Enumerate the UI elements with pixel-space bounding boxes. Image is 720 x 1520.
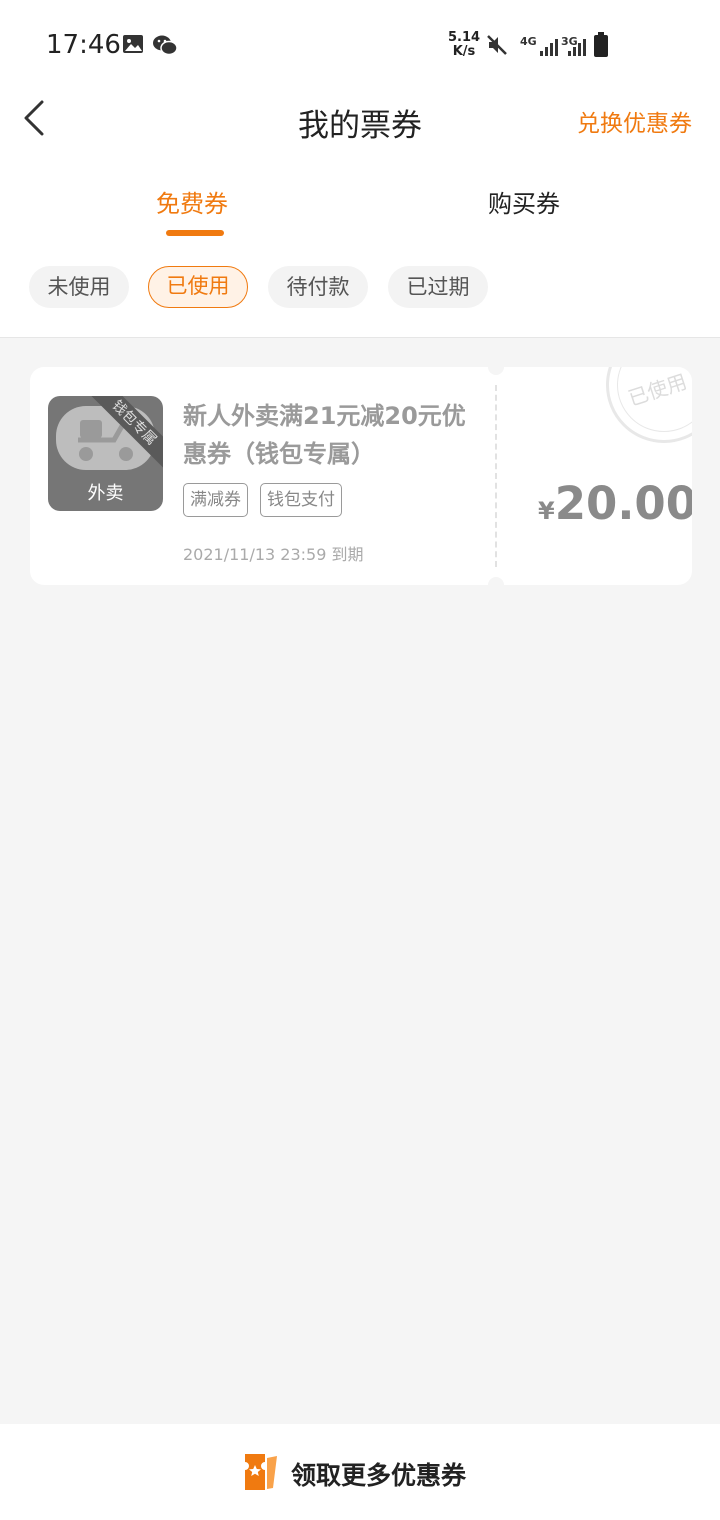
- currency-symbol: ¥: [538, 497, 555, 525]
- mute-icon: [486, 34, 508, 60]
- status-bar: 17:46 5.14 K/s 4G 3G: [0, 0, 720, 92]
- net-speed-unit: K/s: [452, 44, 476, 59]
- top-panel: 17:46 5.14 K/s 4G 3G 我的票券 兑换优惠券 免费券 购买券 …: [0, 0, 720, 338]
- wechat-icon: [152, 34, 178, 60]
- network-type-1: 4G: [520, 35, 537, 48]
- coupon-thumbnail-label: 外卖: [87, 483, 124, 504]
- gallery-icon: [122, 34, 144, 58]
- active-tab-indicator: [166, 230, 224, 236]
- tab-free-coupons[interactable]: 免费券: [156, 184, 228, 219]
- coupon-card[interactable]: 钱包专属 外卖 新人外卖满21元减20元优惠券（钱包专属） 满减券 钱包支付 2…: [30, 359, 692, 593]
- filter-expired[interactable]: 已过期: [388, 266, 488, 308]
- signal-icon-2: [568, 36, 586, 56]
- net-speed: 5.14 K/s: [448, 31, 480, 59]
- net-speed-value: 5.14: [448, 30, 481, 45]
- status-time: 17:46: [46, 30, 121, 60]
- coupon-value-panel: 已使用 ¥20.00: [496, 367, 692, 585]
- coupon-tag-discount: 满减券: [183, 483, 248, 517]
- coupon-tag-wallet: 钱包支付: [260, 483, 342, 517]
- coupon-expiry: 2021/11/13 23:59 到期: [183, 545, 364, 564]
- coupon-thumbnail: 钱包专属 外卖: [48, 396, 163, 511]
- redeem-coupon-link[interactable]: 兑换优惠券: [577, 104, 692, 138]
- coupon-amount-value: 20.00: [554, 477, 692, 530]
- coupon-info: 钱包专属 外卖 新人外卖满21元减20元优惠券（钱包专属） 满减券 钱包支付 2…: [30, 367, 496, 585]
- get-more-coupons-label: 领取更多优惠券: [291, 1461, 467, 1490]
- filter-pending-payment[interactable]: 待付款: [268, 266, 368, 308]
- ticket-icon: [243, 1452, 279, 1496]
- filter-unused[interactable]: 未使用: [29, 266, 129, 308]
- signal-icon-1: [540, 36, 558, 56]
- card-notch-bottom: [488, 577, 504, 593]
- filter-used[interactable]: 已使用: [148, 266, 248, 308]
- card-notch-top: [488, 359, 504, 375]
- battery-icon: [594, 32, 608, 57]
- coupon-name: 新人外卖满21元减20元优惠券（钱包专属）: [183, 402, 466, 468]
- bottom-bar[interactable]: 领取更多优惠券: [0, 1424, 720, 1520]
- used-stamp: 已使用: [606, 367, 692, 443]
- tab-purchased-coupons[interactable]: 购买券: [488, 184, 560, 219]
- card-divider: [495, 385, 497, 567]
- coupon-amount: ¥20.00: [538, 477, 692, 530]
